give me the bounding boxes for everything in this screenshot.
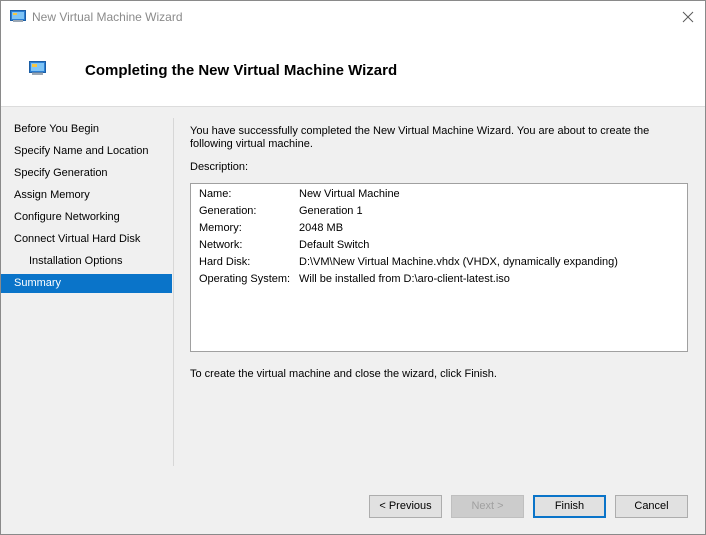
sidebar-item-installation-options[interactable]: Installation Options bbox=[1, 252, 172, 271]
sidebar-item-specify-generation[interactable]: Specify Generation bbox=[1, 164, 172, 183]
description-key: Generation: bbox=[199, 205, 257, 217]
close-icon[interactable] bbox=[677, 7, 699, 27]
description-value: D:\VM\New Virtual Machine.vhdx (VHDX, dy… bbox=[299, 256, 618, 268]
wizard-window: New Virtual Machine Wizard Completing th… bbox=[0, 0, 706, 535]
sidebar-item-connect-virtual-hard-disk[interactable]: Connect Virtual Hard Disk bbox=[1, 230, 172, 249]
title-bar[interactable]: New Virtual Machine Wizard bbox=[1, 1, 705, 33]
sidebar-item-summary[interactable]: Summary bbox=[1, 274, 172, 293]
window-title: New Virtual Machine Wizard bbox=[32, 10, 183, 24]
finish-instruction-text: To create the virtual machine and close … bbox=[190, 368, 497, 380]
sidebar-item-configure-networking[interactable]: Configure Networking bbox=[1, 208, 172, 227]
description-value: Default Switch bbox=[299, 239, 370, 251]
description-key: Memory: bbox=[199, 222, 242, 234]
sidebar-item-assign-memory[interactable]: Assign Memory bbox=[1, 186, 172, 205]
wizard-steps-sidebar: Before You Begin Specify Name and Locati… bbox=[1, 108, 174, 466]
description-key: Name: bbox=[199, 188, 232, 200]
description-value: Will be installed from D:\aro-client-lat… bbox=[299, 273, 510, 285]
description-key: Hard Disk: bbox=[199, 256, 251, 268]
description-value: Generation 1 bbox=[299, 205, 363, 217]
virtual-machine-icon bbox=[10, 10, 26, 22]
wizard-header: Completing the New Virtual Machine Wizar… bbox=[1, 33, 705, 107]
summary-intro-text: You have successfully completed the New … bbox=[190, 125, 650, 150]
virtual-machine-icon bbox=[29, 61, 46, 75]
sidebar-item-before-you-begin[interactable]: Before You Begin bbox=[1, 120, 172, 139]
description-box[interactable]: Name: New Virtual Machine Generation: Ge… bbox=[190, 183, 688, 352]
description-value: 2048 MB bbox=[299, 222, 344, 234]
finish-button[interactable]: Finish bbox=[533, 495, 606, 518]
previous-button[interactable]: < Previous bbox=[369, 495, 442, 518]
description-label: Description: bbox=[190, 161, 249, 173]
sidebar-divider bbox=[173, 118, 174, 466]
cancel-button[interactable]: Cancel bbox=[615, 495, 688, 518]
sidebar-item-specify-name-and-location[interactable]: Specify Name and Location bbox=[1, 142, 172, 161]
page-title: Completing the New Virtual Machine Wizar… bbox=[85, 62, 398, 79]
description-key: Network: bbox=[199, 239, 243, 251]
description-key: Operating System: bbox=[199, 273, 291, 285]
next-button[interactable]: Next > bbox=[451, 495, 524, 518]
description-value: New Virtual Machine bbox=[299, 188, 400, 200]
